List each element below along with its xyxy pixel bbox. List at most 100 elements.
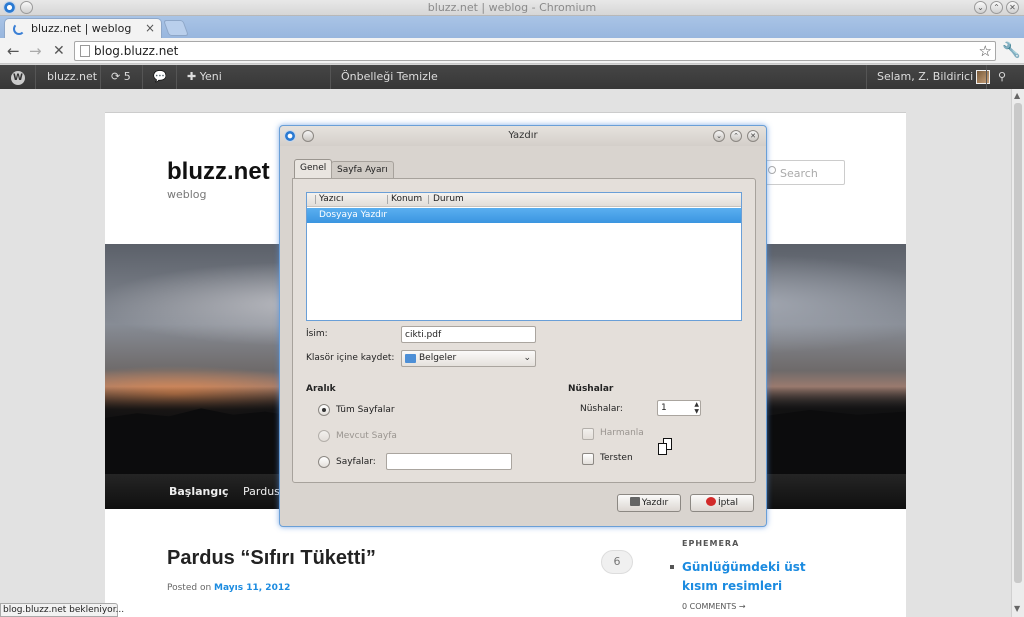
all-pages-label[interactable]: Tüm Sayfalar: [336, 405, 395, 415]
radio-pages[interactable]: [318, 456, 330, 468]
back-icon[interactable]: ←: [7, 42, 20, 60]
my-account-link[interactable]: Selam, Z. Bildirici: [869, 65, 998, 89]
url-input[interactable]: [94, 43, 974, 59]
wp-admin-bar: W bluzz.net ⟳ 5 💬 ✚ Yeni Önbelleği Temiz…: [0, 65, 1024, 89]
site-description: weblog: [167, 188, 207, 201]
tab-general[interactable]: Genel: [294, 159, 333, 179]
dialog-close-icon[interactable]: ✕: [747, 130, 759, 142]
window-title: bluzz.net | weblog - Chromium: [427, 1, 597, 14]
window-titlebar: bluzz.net | weblog - Chromium ⌄ ⌃ ✕: [0, 0, 1024, 16]
tab-label: bluzz.net | weblog: [31, 22, 132, 35]
menu-item-pardus[interactable]: Pardus: [243, 485, 280, 498]
pages-input[interactable]: [386, 453, 512, 470]
column-printer[interactable]: Yazıcı: [319, 194, 343, 204]
pages-label[interactable]: Sayfalar:: [336, 457, 376, 467]
menu-item-home[interactable]: Başlangıç: [169, 485, 229, 498]
tab-page-setup[interactable]: Sayfa Ayarı: [331, 161, 394, 179]
stepper-arrows-icon[interactable]: ▲ ▼: [694, 401, 699, 415]
sidebar-comments-link[interactable]: 0 COMMENTS →: [682, 602, 746, 611]
scrollbar[interactable]: ▲ ▼: [1011, 89, 1024, 617]
updates-link[interactable]: ⟳ 5: [103, 65, 139, 89]
folder-value: Belgeler: [419, 353, 457, 363]
clear-cache-link[interactable]: Önbelleği Temizle: [333, 65, 446, 89]
search-input[interactable]: Search: [765, 160, 845, 185]
wrench-icon[interactable]: 🔧: [1002, 41, 1021, 59]
folder-select[interactable]: Belgeler ⌄: [401, 350, 536, 367]
forward-icon[interactable]: →: [29, 42, 42, 60]
status-bubble: blog.bluzz.net bekleniyor...: [0, 603, 124, 617]
dialog-minimize-icon[interactable]: ⌄: [713, 130, 725, 142]
minimize-icon[interactable]: ⌄: [974, 1, 987, 14]
cancel-icon: [706, 497, 717, 506]
search-placeholder: Search: [780, 167, 818, 180]
admin-search-icon[interactable]: ⚲: [990, 65, 1014, 89]
plus-icon: ✚: [187, 70, 197, 83]
range-heading: Aralık: [306, 384, 336, 394]
cancel-button-label: İptal: [718, 498, 738, 508]
page-icon: [80, 45, 90, 57]
stop-icon[interactable]: ✕: [53, 43, 65, 59]
scrollbar-thumb[interactable]: [1014, 103, 1022, 583]
post-meta: Posted on Mayıs 11, 2012: [167, 583, 290, 593]
reverse-label[interactable]: Tersten: [600, 453, 633, 463]
column-location[interactable]: Konum: [391, 194, 422, 204]
cancel-button[interactable]: İptal: [690, 494, 754, 512]
bookmark-star-icon[interactable]: ☆: [979, 42, 992, 60]
copies-label: Nüshalar:: [580, 404, 623, 414]
close-window-icon[interactable]: ✕: [1006, 1, 1019, 14]
print-dialog: Yazdır ⌄ ⌃ ✕ Genel Sayfa Ayarı Yazıcı Ko…: [279, 125, 767, 527]
column-status[interactable]: Durum: [433, 194, 464, 204]
copies-value: 1: [661, 403, 667, 413]
admin-site-link[interactable]: bluzz.net: [39, 65, 105, 89]
copies-heading: Nüshalar: [568, 384, 614, 394]
tab-strip: bluzz.net | weblog ×: [0, 16, 1024, 38]
print-button[interactable]: Yazdır: [617, 494, 681, 512]
collate-label[interactable]: Harmanla: [600, 428, 644, 438]
copies-stepper[interactable]: 1 ▲ ▼: [657, 400, 701, 416]
collate-pages-icon: [658, 438, 674, 456]
sidebar-bullet: [670, 565, 674, 569]
greeting-label: Selam, Z. Bildirici: [877, 70, 974, 83]
radio-all-pages[interactable]: [318, 404, 330, 416]
printer-row-selected[interactable]: Dosyaya Yazdır: [307, 208, 741, 223]
file-name-input[interactable]: [401, 326, 536, 343]
reverse-checkbox[interactable]: [582, 453, 594, 465]
browser-toolbar: ← → ✕ ☆ 🔧: [0, 38, 1024, 64]
chevron-down-icon: ⌄: [523, 353, 531, 363]
name-label: İsim:: [306, 329, 328, 339]
folder-label: Klasör içine kaydet:: [306, 353, 395, 363]
tab-bluzz[interactable]: bluzz.net | weblog ×: [4, 18, 162, 38]
collate-checkbox[interactable]: [582, 428, 594, 440]
post-title[interactable]: Pardus “Sıfırı Tüketti”: [167, 547, 376, 570]
updates-count: 5: [123, 70, 131, 83]
refresh-icon: ⟳: [111, 70, 121, 83]
radio-current-page[interactable]: [318, 430, 330, 442]
dialog-title: Yazdır: [508, 130, 538, 141]
sidebar-heading: EPHEMERA: [682, 539, 740, 548]
post-date-link[interactable]: Mayıs 11, 2012: [214, 583, 290, 593]
comment-count-bubble[interactable]: 6: [601, 550, 633, 574]
new-tab-button[interactable]: [163, 20, 189, 36]
comments-icon[interactable]: 💬: [145, 65, 175, 89]
general-tab-panel: Yazıcı Konum Durum Dosyaya Yazdır İsim: …: [292, 178, 756, 483]
dialog-maximize-icon[interactable]: ⌃: [730, 130, 742, 142]
new-label: Yeni: [199, 70, 222, 83]
dialog-titlebar: Yazdır ⌄ ⌃ ✕: [280, 126, 766, 146]
posted-on-label: Posted on: [167, 583, 212, 593]
tab-close-icon[interactable]: ×: [145, 21, 155, 35]
folder-icon: [405, 354, 416, 363]
maximize-icon[interactable]: ⌃: [990, 1, 1003, 14]
printer-list[interactable]: Yazıcı Konum Durum Dosyaya Yazdır: [306, 192, 742, 321]
search-icon: [768, 166, 776, 174]
current-page-label[interactable]: Mevcut Sayfa: [336, 431, 397, 441]
loading-icon: [13, 23, 25, 35]
printer-icon: [629, 497, 640, 506]
omnibox[interactable]: ☆: [74, 41, 996, 61]
new-content-link[interactable]: ✚ Yeni: [179, 65, 230, 89]
site-title[interactable]: bluzz.net: [167, 158, 270, 186]
sidebar-post-link[interactable]: Günlüğümdeki üst kısım resimleri: [682, 558, 842, 596]
wp-logo-icon[interactable]: W: [3, 65, 33, 89]
print-button-label: Yazdır: [641, 498, 669, 508]
avatar: [976, 70, 991, 84]
printer-list-header: Yazıcı Konum Durum: [307, 193, 741, 207]
